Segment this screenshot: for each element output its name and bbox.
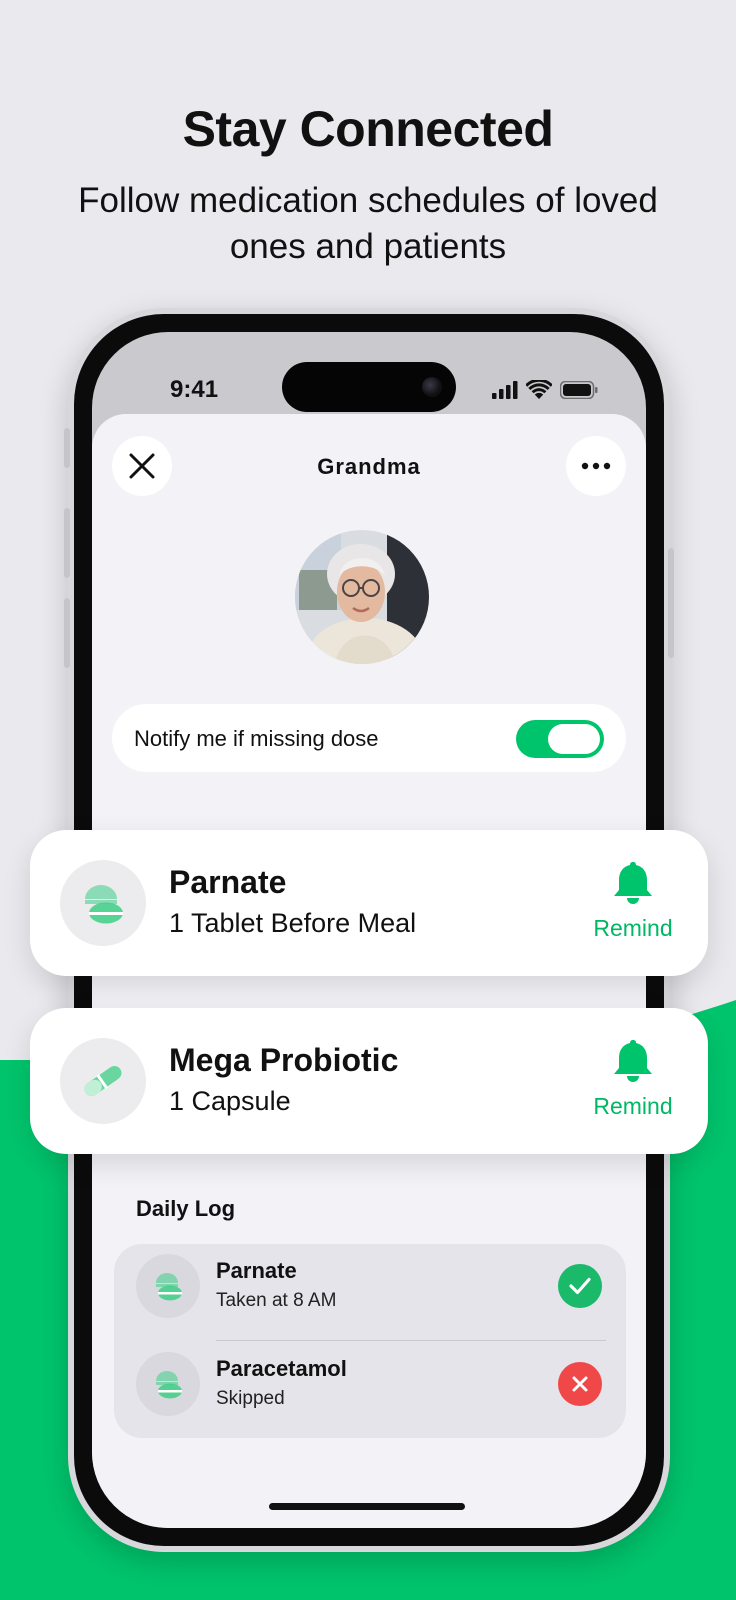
home-indicator [269, 1503, 465, 1510]
tablet-icon [136, 1352, 200, 1416]
toggle-knob [548, 724, 600, 754]
status-icons [492, 378, 598, 404]
daily-log-title: Daily Log [136, 1196, 236, 1221]
log-divider [216, 1340, 606, 1341]
log-entry-name: Parnate [216, 1258, 297, 1283]
notify-toggle[interactable] [516, 720, 604, 758]
medication-name: Mega Probiotic [169, 1042, 399, 1078]
medication-name: Parnate [169, 864, 287, 900]
log-entry-status: Skipped [216, 1388, 285, 1409]
remind-button[interactable]: Remind [588, 1038, 678, 1120]
bell-icon [614, 1040, 652, 1082]
remind-label: Remind [593, 1093, 673, 1119]
avatar [295, 530, 429, 664]
more-options-button[interactable] [566, 436, 626, 496]
capsule-icon [60, 1038, 146, 1124]
camera-icon [422, 377, 442, 397]
bell-icon [614, 862, 652, 904]
cellular-signal-icon [492, 380, 518, 404]
wifi-icon [525, 378, 553, 404]
tablet-icon [136, 1254, 200, 1318]
log-entry-name: Paracetamol [216, 1356, 347, 1381]
battery-icon [559, 380, 598, 404]
dynamic-island [282, 362, 456, 412]
volume-up-button [64, 508, 70, 578]
status-time: 9:41 [170, 376, 219, 403]
medication-dose: 1 Capsule [169, 1086, 291, 1116]
medication-card[interactable]: Mega Probiotic 1 Capsule Remind [30, 1008, 708, 1154]
checkmark-icon [558, 1264, 602, 1308]
medication-dose: 1 Tablet Before Meal [169, 908, 417, 938]
notify-missing-dose-row: Notify me if missing dose [112, 704, 626, 772]
more-icon [581, 462, 611, 470]
profile-title: Grandma [317, 454, 421, 479]
log-entry-status: Taken at 8 AM [216, 1290, 337, 1311]
log-entry[interactable]: Paracetamol Skipped [114, 1342, 626, 1428]
tablet-icon [60, 860, 146, 946]
log-entry[interactable]: Parnate Taken at 8 AM [114, 1244, 626, 1330]
action-button [64, 428, 70, 468]
daily-log-card: Parnate Taken at 8 AM Paracetamol Skippe… [114, 1244, 626, 1438]
medication-card[interactable]: Parnate 1 Tablet Before Meal Remind [30, 830, 708, 976]
remind-button[interactable]: Remind [588, 860, 678, 942]
volume-down-button [64, 598, 70, 668]
subheadline: Follow medication schedules of loved one… [78, 181, 658, 266]
power-button [668, 548, 674, 658]
cross-icon [558, 1362, 602, 1406]
headline: Stay Connected [182, 101, 554, 157]
remind-label: Remind [593, 915, 673, 941]
notify-label: Notify me if missing dose [134, 726, 379, 751]
